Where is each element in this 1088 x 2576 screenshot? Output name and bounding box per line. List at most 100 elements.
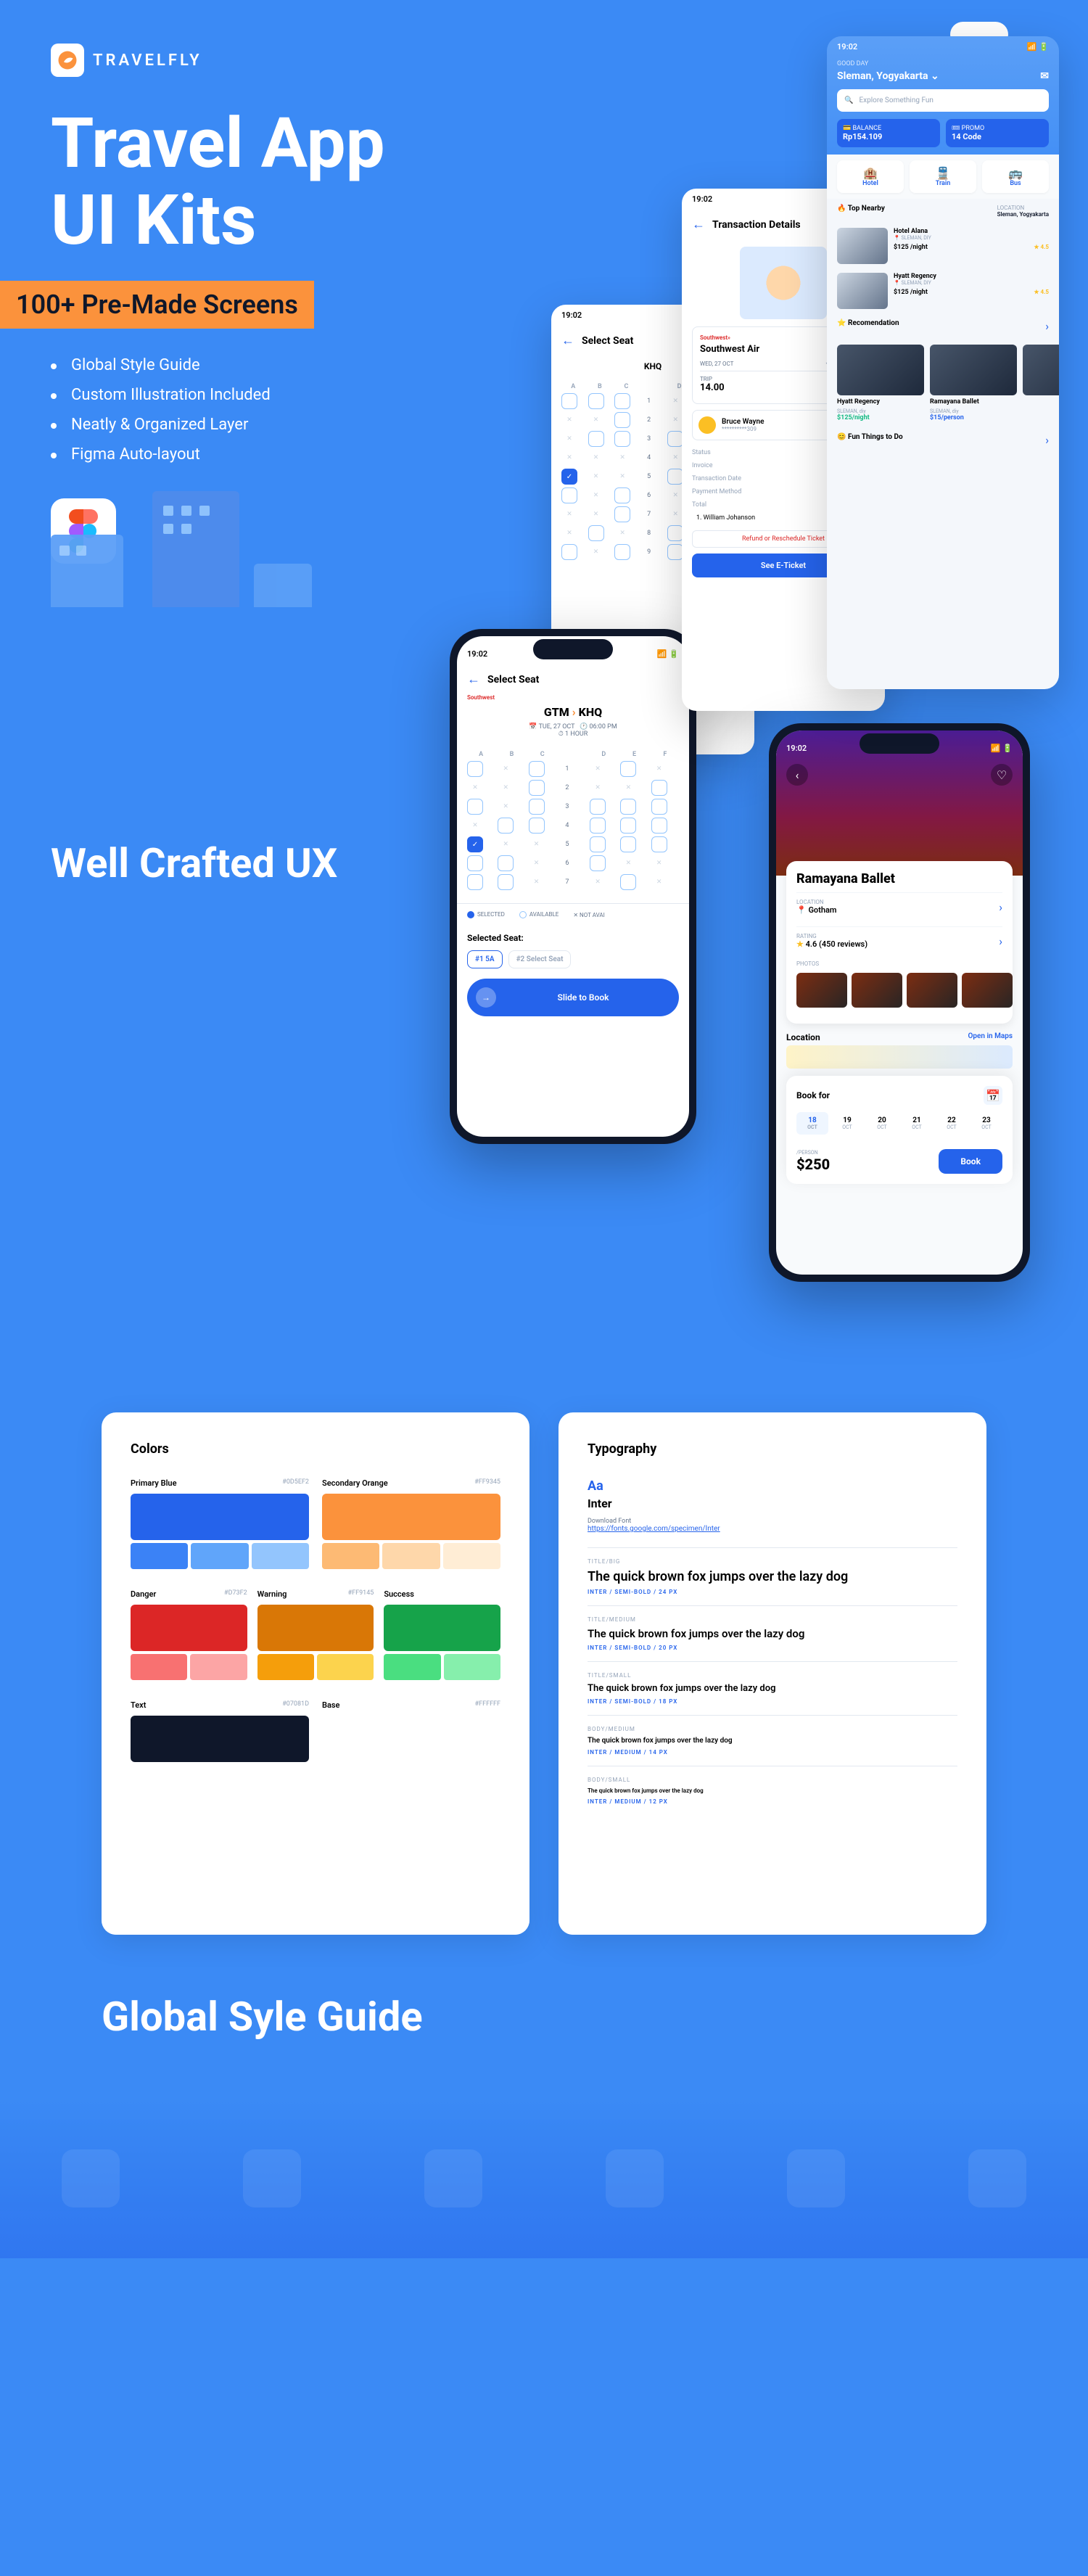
seat[interactable] bbox=[467, 799, 483, 815]
hero-section: TRAVELFLY Travel App UI Kits 100+ Pre-Ma… bbox=[0, 0, 1088, 607]
seat[interactable]: ✓ bbox=[561, 469, 577, 485]
book-for-label: Book for bbox=[796, 1090, 830, 1100]
date-option[interactable]: 20OCT bbox=[866, 1112, 898, 1135]
seat[interactable] bbox=[561, 487, 577, 503]
date-option[interactable]: 21OCT bbox=[901, 1112, 933, 1135]
seat[interactable] bbox=[667, 469, 683, 485]
date-picker: 18OCT19OCT20OCT21OCT22OCT23OCT bbox=[796, 1105, 1002, 1142]
arrow-right-icon: → bbox=[476, 987, 496, 1008]
color-block: Primary Blue#0D5EF2 bbox=[131, 1478, 309, 1569]
date-option[interactable]: 18OCT bbox=[796, 1112, 828, 1135]
chevron-right-icon[interactable]: › bbox=[999, 900, 1002, 914]
open-maps-link[interactable]: Open in Maps bbox=[968, 1032, 1013, 1042]
seat[interactable] bbox=[614, 544, 630, 560]
seat[interactable] bbox=[620, 818, 636, 834]
seat[interactable] bbox=[694, 544, 710, 560]
seat[interactable] bbox=[498, 874, 514, 890]
seat: ✕ bbox=[694, 487, 710, 503]
color-block: Text#07081D bbox=[131, 1700, 309, 1762]
brand-logo-icon bbox=[51, 44, 84, 77]
seat[interactable] bbox=[720, 487, 736, 503]
date-option[interactable]: 23OCT bbox=[970, 1112, 1002, 1135]
seat-tag-2[interactable]: #2 Select Seat bbox=[508, 950, 572, 968]
seat: ✕ bbox=[720, 525, 736, 541]
seat[interactable] bbox=[620, 836, 636, 852]
map-preview[interactable] bbox=[786, 1045, 1013, 1069]
seat[interactable] bbox=[588, 525, 604, 541]
seat[interactable] bbox=[590, 799, 606, 815]
seat: 3 bbox=[559, 799, 575, 815]
see-ticket-button[interactable]: See E-Ticket bbox=[692, 554, 875, 577]
device-notch bbox=[860, 733, 939, 754]
location-heading: Location bbox=[786, 1032, 820, 1042]
seat[interactable] bbox=[590, 818, 606, 834]
seat: ✕ bbox=[720, 506, 736, 522]
back-icon[interactable]: ← bbox=[467, 672, 480, 687]
seat[interactable] bbox=[651, 799, 667, 815]
hotel-item[interactable]: Hyatt Regency📍 SLEMAN, DIY$125 /night★ 4… bbox=[827, 268, 1059, 313]
favorite-button[interactable]: ♡ bbox=[991, 764, 1013, 786]
seat[interactable] bbox=[529, 818, 545, 834]
seat[interactable] bbox=[561, 544, 577, 560]
seat[interactable] bbox=[694, 525, 710, 541]
back-button[interactable]: ‹ bbox=[786, 764, 808, 786]
seat: ✕ bbox=[590, 874, 606, 890]
calendar-icon[interactable]: 📅 bbox=[984, 1086, 1002, 1105]
slide-label: Slide to Book bbox=[558, 992, 609, 1003]
seat[interactable] bbox=[651, 780, 667, 796]
seat: 5 bbox=[641, 469, 657, 485]
seat[interactable] bbox=[620, 874, 636, 890]
font-sample: Aa bbox=[588, 1478, 957, 1494]
photo-gallery[interactable] bbox=[796, 967, 1002, 1013]
footer-icons bbox=[0, 2099, 1088, 2258]
seat[interactable] bbox=[467, 855, 483, 871]
date-option[interactable]: 22OCT bbox=[936, 1112, 968, 1135]
seat[interactable] bbox=[620, 761, 636, 777]
date-option[interactable]: 19OCT bbox=[831, 1112, 863, 1135]
seat[interactable] bbox=[590, 836, 606, 852]
seat[interactable] bbox=[614, 506, 630, 522]
chevron-right-icon[interactable]: › bbox=[999, 934, 1002, 948]
seat[interactable] bbox=[667, 544, 683, 560]
status-icons: 📶 🔋 bbox=[657, 649, 679, 659]
type-specimen: TITLE/BIGThe quick brown fox jumps over … bbox=[588, 1547, 957, 1605]
seat[interactable] bbox=[614, 487, 630, 503]
seat[interactable] bbox=[467, 874, 483, 890]
seat[interactable]: ✓ bbox=[467, 836, 483, 852]
seat[interactable] bbox=[529, 761, 545, 777]
seat[interactable] bbox=[651, 836, 667, 852]
seat-grid: ABCDEF✕1✕✕✕✕2✕✕✕3✕4✓✕✕5✕6✕✕✕7✕✕ bbox=[457, 745, 689, 896]
seat[interactable] bbox=[498, 818, 514, 834]
device-seat: 19:02📶 🔋 ←Select Seat Southwest GTM › KH… bbox=[450, 629, 696, 1144]
seat[interactable] bbox=[651, 818, 667, 834]
seat[interactable] bbox=[720, 469, 736, 485]
seat: ✕ bbox=[590, 780, 606, 796]
download-link[interactable]: https://fonts.google.com/specimen/Inter bbox=[588, 1525, 957, 1533]
pin-icon: 📍 bbox=[796, 905, 807, 915]
chevron-right-icon[interactable]: › bbox=[1045, 319, 1049, 333]
mail-icon[interactable]: ✉ bbox=[1040, 70, 1049, 82]
seat[interactable] bbox=[529, 799, 545, 815]
seat[interactable] bbox=[720, 544, 736, 560]
seat[interactable] bbox=[590, 855, 606, 871]
detail-card: Ramayana Ballet LOCATION📍 Gotham› RATING… bbox=[786, 861, 1013, 1024]
price-value: $250 bbox=[796, 1156, 830, 1173]
seat[interactable] bbox=[620, 799, 636, 815]
back-icon[interactable]: ← bbox=[561, 333, 574, 348]
seat: ✕ bbox=[614, 525, 630, 541]
seat[interactable] bbox=[467, 761, 483, 777]
seat[interactable] bbox=[667, 525, 683, 541]
seat: ✕ bbox=[498, 836, 514, 852]
seat-tag-1[interactable]: #1 5A bbox=[467, 950, 503, 968]
book-button[interactable]: Book bbox=[939, 1149, 1002, 1174]
seat[interactable] bbox=[529, 780, 545, 796]
type-specimen: BODY/MEDIUMThe quick brown fox jumps ove… bbox=[588, 1715, 957, 1766]
seat: 5 bbox=[559, 836, 575, 852]
seat: ✕ bbox=[588, 487, 604, 503]
seat: ✕ bbox=[561, 525, 577, 541]
seat[interactable] bbox=[694, 469, 710, 485]
slide-to-book[interactable]: → Slide to Book bbox=[467, 979, 679, 1016]
seat[interactable] bbox=[498, 855, 514, 871]
chevron-right-icon[interactable]: › bbox=[1045, 433, 1049, 447]
refund-link[interactable]: Refund or Reschedule Ticket bbox=[692, 530, 875, 548]
